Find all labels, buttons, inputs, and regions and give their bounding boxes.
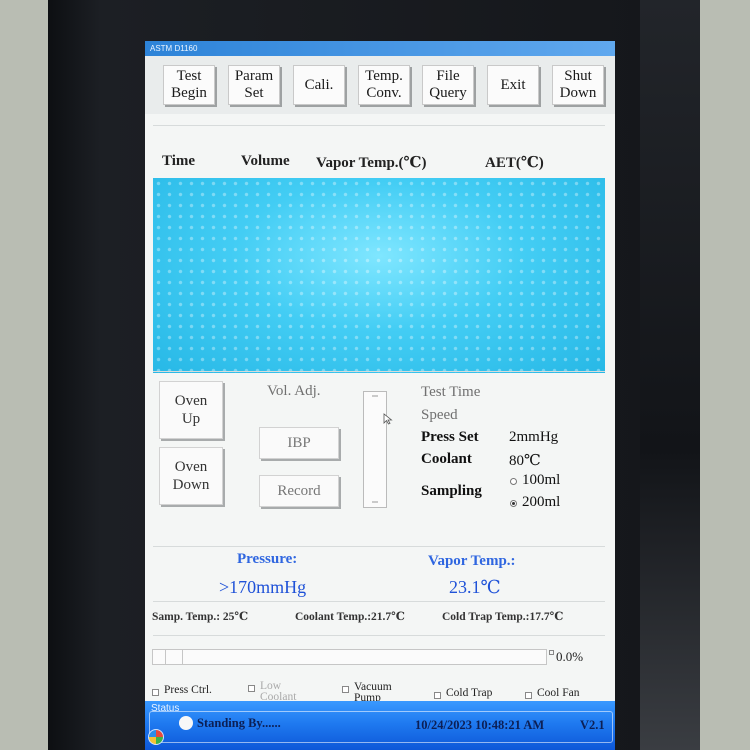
- sample-temp-readout: Samp. Temp.: 25℃: [152, 611, 249, 623]
- oven-up-button[interactable]: Oven Up: [159, 381, 223, 439]
- calibration-button[interactable]: Cali.: [293, 65, 345, 105]
- test-begin-button[interactable]: Test Begin: [163, 65, 215, 105]
- sampling-100ml-radio[interactable]: [510, 478, 517, 485]
- pressure-label: Pressure:: [237, 551, 298, 567]
- file-query-button[interactable]: File Query: [422, 65, 474, 105]
- divider: [153, 546, 605, 547]
- ibp-button[interactable]: IBP: [259, 427, 339, 459]
- progress-percent: 0.0%: [556, 649, 584, 664]
- press-set-value: 2mmHg: [509, 429, 559, 445]
- param-set-button[interactable]: Param Set: [228, 65, 280, 105]
- status-message: Standing By......: [197, 716, 281, 730]
- vol-adj-label: Vol. Adj.: [267, 383, 321, 399]
- coolant-label: Coolant: [421, 451, 472, 467]
- pressure-value: >170mmHg: [219, 577, 307, 597]
- cold-trap-toggle[interactable]: Cold Trap: [434, 687, 492, 699]
- checkbox-icon: [342, 686, 349, 693]
- column-header-time: Time: [162, 153, 196, 169]
- divider: [153, 601, 605, 602]
- press-ctrl-toggle[interactable]: Press Ctrl.: [152, 684, 212, 696]
- table-background-pattern: [153, 178, 605, 373]
- column-header-aet: AET(℃): [485, 155, 544, 171]
- progress-marker-icon: [549, 650, 554, 655]
- coolant-value: 80℃: [509, 453, 541, 469]
- slider-track-icon: [372, 395, 378, 503]
- divider: [153, 371, 605, 372]
- mouse-cursor-icon: [383, 413, 393, 425]
- cool-fan-toggle[interactable]: Cool Fan: [525, 687, 580, 699]
- checkbox-icon: [525, 692, 532, 699]
- sampling-200ml-label: 200ml: [522, 494, 561, 510]
- windows-start-icon[interactable]: [148, 729, 164, 745]
- status-dot-icon: [179, 716, 193, 730]
- progress-thumb: [165, 650, 183, 664]
- volume-adjust-slider[interactable]: [363, 391, 387, 508]
- status-datetime: 10/24/2023 10:48:21 AM: [415, 718, 545, 732]
- checkbox-icon: [434, 692, 441, 699]
- low-coolant-toggle[interactable]: Low Coolant: [248, 680, 296, 703]
- column-header-vapor-temp: Vapor Temp.(℃): [316, 155, 427, 171]
- vapor-temp-label: Vapor Temp.:: [428, 553, 516, 569]
- cold-trap-temp-readout: Cold Trap Temp.:17.7℃: [442, 611, 564, 623]
- app-window: ASTM D1160 Test Begin Param Set Cali. Te…: [145, 41, 615, 750]
- vapor-temp-value: 23.1℃: [449, 577, 501, 597]
- column-header-volume: Volume: [241, 153, 290, 169]
- window-title: ASTM D1160: [145, 41, 615, 56]
- data-table[interactable]: [153, 178, 605, 373]
- monitor-bezel-edge: [640, 0, 700, 750]
- sampling-200ml-radio[interactable]: [510, 500, 517, 507]
- checkbox-icon: [152, 689, 159, 696]
- test-time-label: Test Time: [421, 384, 481, 400]
- speed-label: Speed: [421, 407, 458, 423]
- sampling-label: Sampling: [421, 483, 482, 499]
- toolbar: Test Begin Param Set Cali. Temp. Conv. F…: [145, 56, 615, 114]
- press-set-label: Press Set: [421, 429, 479, 445]
- sampling-100ml-label: 100ml: [522, 472, 561, 488]
- divider: [153, 635, 605, 636]
- status-bar: Status Standing By...... 10/24/2023 10:4…: [145, 701, 615, 750]
- temp-conv-button[interactable]: Temp. Conv.: [358, 65, 410, 105]
- checkbox-icon: [248, 685, 255, 692]
- oven-down-button[interactable]: Oven Down: [159, 447, 223, 505]
- divider: [153, 125, 605, 126]
- coolant-temp-readout: Coolant Temp.:21.7℃: [295, 611, 405, 623]
- record-button[interactable]: Record: [259, 475, 339, 507]
- shut-down-button[interactable]: Shut Down: [552, 65, 604, 105]
- exit-button[interactable]: Exit: [487, 65, 539, 105]
- version-label: V2.1: [580, 718, 605, 732]
- test-progress-bar: [152, 649, 547, 665]
